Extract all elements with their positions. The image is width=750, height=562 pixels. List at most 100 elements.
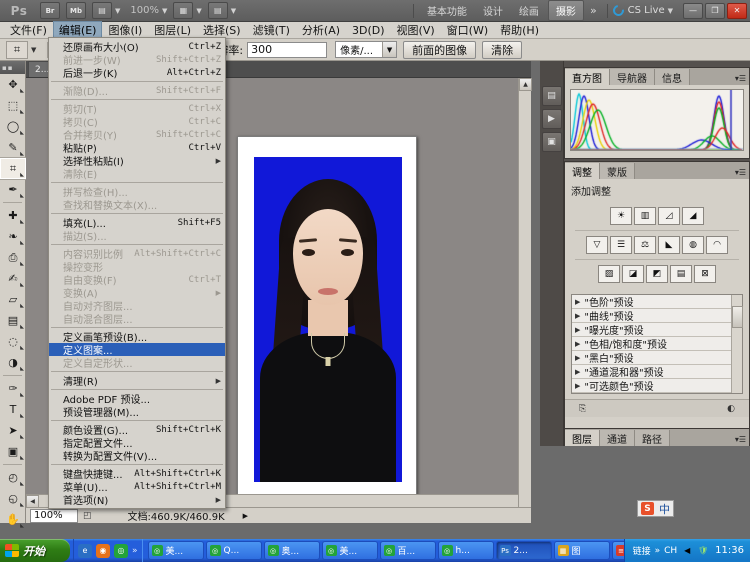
- taskbar-item-1[interactable]: ◎美...: [148, 541, 204, 560]
- menu-window[interactable]: 窗口(W): [441, 21, 494, 39]
- chevron-down-icon[interactable]: ▼: [31, 46, 36, 54]
- panel-menu-icon[interactable]: ▾☰: [735, 435, 746, 444]
- mini-bridge-button[interactable]: Mb: [66, 2, 86, 19]
- tab-masks[interactable]: 蒙版: [600, 163, 635, 179]
- tab-layers[interactable]: 图层: [565, 430, 600, 446]
- links-label[interactable]: 链接: [633, 544, 651, 557]
- view-extras-dropdown[interactable]: ▤ ▼: [92, 2, 120, 19]
- close-button[interactable]: ✕: [727, 3, 747, 19]
- taskbar-item-3[interactable]: ◎奥...: [264, 541, 320, 560]
- vibrance-icon[interactable]: ▽: [586, 236, 608, 254]
- horizontal-type-tool[interactable]: T◣: [0, 399, 26, 420]
- lasso-tool[interactable]: ◯◣: [0, 116, 26, 137]
- workspace-essentials[interactable]: 基本功能: [420, 1, 474, 20]
- preset-black-white[interactable]: ▶"黑白"预设: [572, 351, 731, 365]
- adjustment-presets-list[interactable]: ▶"色阶"预设 ▶"曲线"预设 ▶"曝光度"预设 ▶"色相/饱和度"预设 ▶"黑…: [571, 294, 743, 394]
- menu-view[interactable]: 视图(V): [391, 21, 441, 39]
- move-tool[interactable]: ✥◣: [0, 74, 26, 95]
- panel-menu-icon[interactable]: ▾☰: [735, 168, 746, 177]
- preset-curves[interactable]: ▶"曲线"预设: [572, 309, 731, 323]
- tab-info[interactable]: 信息: [655, 69, 690, 85]
- posterize-icon[interactable]: ◪: [622, 265, 644, 283]
- toolbox-grip[interactable]: ▪▪: [0, 61, 25, 74]
- exposure-icon[interactable]: ◢: [682, 207, 704, 225]
- preset-selective-color[interactable]: ▶"可选颜色"预设: [572, 379, 731, 393]
- path-selection-tool[interactable]: ➤◣: [0, 420, 26, 441]
- sogou-ime-icon[interactable]: S: [641, 502, 654, 515]
- selective-color-icon[interactable]: ⊠: [694, 265, 716, 283]
- clear-button[interactable]: 清除: [482, 41, 522, 59]
- dodge-tool[interactable]: ◑◣: [0, 352, 26, 373]
- tab-paths[interactable]: 路径: [635, 430, 670, 446]
- start-button[interactable]: 开始: [0, 539, 70, 562]
- tab-histogram[interactable]: 直方图: [565, 69, 610, 85]
- hand-tool[interactable]: ✋◣: [0, 509, 26, 530]
- front-image-button[interactable]: 前面的图像: [403, 41, 476, 59]
- pen-tool[interactable]: ✑◣: [0, 378, 26, 399]
- actions-panel-icon[interactable]: ▶: [542, 109, 562, 129]
- presets-scrollbar[interactable]: [731, 295, 742, 393]
- scrollbar-thumb[interactable]: [732, 306, 743, 328]
- panel-menu-icon[interactable]: ▾☰: [735, 74, 746, 83]
- taskbar-item-9[interactable]: ≡一...: [612, 541, 624, 560]
- brightness-contrast-icon[interactable]: ☀: [610, 207, 632, 225]
- toggle-layer-visibility-icon[interactable]: ◐: [727, 404, 735, 414]
- menu-step-backward[interactable]: 后退一步(K)Alt+Ctrl+Z: [49, 66, 225, 79]
- taskbar-item-5[interactable]: ◎百...: [380, 541, 436, 560]
- blur-tool[interactable]: ◌◣: [0, 331, 26, 352]
- browser-icon[interactable]: ◎: [114, 544, 128, 558]
- crop-tool[interactable]: ⌗◣: [0, 158, 26, 179]
- brush-tool[interactable]: ❧◣: [0, 226, 26, 247]
- restore-button[interactable]: ❐: [705, 3, 725, 19]
- rectangular-marquee-tool[interactable]: ⬚◣: [0, 95, 26, 116]
- history-brush-tool[interactable]: ✍◣: [0, 268, 26, 289]
- gradient-map-icon[interactable]: ▤: [670, 265, 692, 283]
- layer-comps-panel-icon[interactable]: ▣: [542, 132, 562, 152]
- status-menu-arrow-icon[interactable]: ▶: [243, 512, 248, 520]
- firefox-icon[interactable]: ◉: [96, 544, 110, 558]
- workspace-photography[interactable]: 摄影: [548, 0, 584, 21]
- menu-file[interactable]: 文件(F): [4, 21, 53, 39]
- eyedropper-tool[interactable]: ✒◣: [0, 179, 26, 200]
- menu-analysis[interactable]: 分析(A): [296, 21, 346, 39]
- history-panel-icon[interactable]: ▤: [542, 86, 562, 106]
- 3d-rotate-tool[interactable]: ◴◣: [0, 467, 26, 488]
- taskbar-clock[interactable]: 11:36: [715, 545, 744, 556]
- tab-navigator[interactable]: 导航器: [610, 69, 655, 85]
- taskbar-item-4[interactable]: ◎美...: [322, 541, 378, 560]
- preset-hue-saturation[interactable]: ▶"色相/饱和度"预设: [572, 337, 731, 351]
- clone-stamp-tool[interactable]: ⎙◣: [0, 247, 26, 268]
- tab-adjustments[interactable]: 调整: [565, 163, 600, 179]
- threshold-icon[interactable]: ◩: [646, 265, 668, 283]
- minimize-button[interactable]: —: [683, 3, 703, 19]
- clip-to-layer-icon[interactable]: ⎘: [579, 404, 586, 414]
- eraser-tool[interactable]: ▱◣: [0, 289, 26, 310]
- taskbar-item-7[interactable]: Ps2...: [496, 541, 552, 560]
- black-white-icon[interactable]: ◣: [658, 236, 680, 254]
- channel-mixer-icon[interactable]: ◠: [706, 236, 728, 254]
- taskbar-item-6[interactable]: ◎h...: [438, 541, 494, 560]
- ie-icon[interactable]: e: [78, 544, 92, 558]
- workspace-design[interactable]: 设计: [476, 1, 510, 20]
- menu-preset-manager[interactable]: 预设管理器(M)...: [49, 405, 225, 418]
- workspace-painting[interactable]: 绘画: [512, 1, 546, 20]
- chevron-down-icon[interactable]: ▼: [162, 7, 167, 15]
- zoom-level-field[interactable]: 100%: [30, 509, 78, 523]
- invert-icon[interactable]: ▨: [598, 265, 620, 283]
- quick-launch-more-icon[interactable]: »: [132, 546, 138, 556]
- menu-help[interactable]: 帮助(H): [494, 21, 545, 39]
- document-canvas[interactable]: [237, 136, 417, 501]
- preset-levels[interactable]: ▶"色阶"预设: [572, 295, 731, 309]
- menu-purge[interactable]: 清理(R)▶: [49, 374, 225, 387]
- arrange-documents-dropdown[interactable]: ▤ ▼: [208, 2, 236, 19]
- menu-3d[interactable]: 3D(D): [346, 23, 391, 38]
- photo-filter-icon[interactable]: ◍: [682, 236, 704, 254]
- cs-live-button[interactable]: CS Live ▼: [613, 5, 673, 16]
- spot-healing-brush-tool[interactable]: ✚◣: [0, 205, 26, 226]
- appbar-zoom-level[interactable]: 100%: [130, 5, 159, 16]
- canvas-vertical-scrollbar[interactable]: ▲: [518, 78, 531, 507]
- menu-filter[interactable]: 滤镜(T): [247, 21, 296, 39]
- edit-menu-dropdown[interactable]: 还原画布大小(O)Ctrl+Z 前进一步(W)Shift+Ctrl+Z 后退一步…: [48, 37, 226, 509]
- taskbar-item-2[interactable]: ◎Q...: [206, 541, 262, 560]
- more-workspaces-icon[interactable]: »: [585, 4, 602, 17]
